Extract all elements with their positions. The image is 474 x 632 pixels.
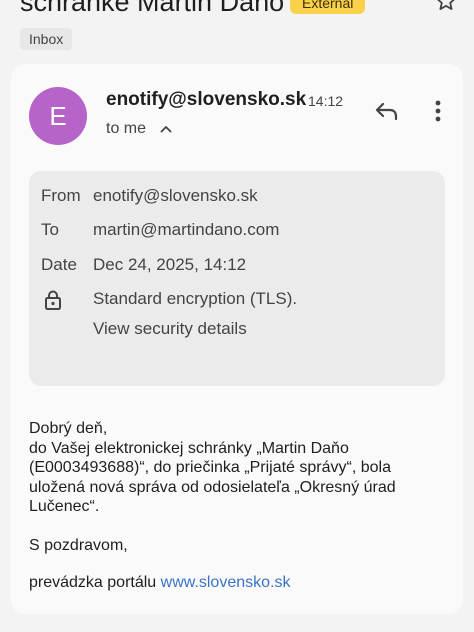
from-label: From: [41, 186, 81, 205]
sender-avatar[interactable]: E: [29, 87, 87, 145]
inbox-label-chip[interactable]: Inbox: [20, 28, 73, 50]
more-options-icon[interactable]: [428, 98, 448, 124]
external-badge: External: [290, 0, 366, 14]
lock-icon: [45, 290, 61, 310]
view-security-details-link[interactable]: View security details: [93, 318, 247, 340]
signature: prevádzka portálu www.slovensko.sk: [29, 573, 290, 593]
star-icon[interactable]: [435, 0, 457, 12]
from-value: enotify@slovensko.sk: [93, 186, 258, 205]
body-paragraph: do Vašej elektronickej schránky „Martin …: [29, 439, 396, 516]
date-label: Date: [41, 255, 77, 274]
signature-prefix: prevádzka portálu: [29, 574, 161, 591]
message-time: 14:12: [308, 93, 344, 109]
closing: S pozdravom,: [29, 537, 128, 554]
greeting: Dobrý deň,: [29, 420, 108, 437]
email-subject: schránke Martin Daňo: [20, 0, 285, 17]
to-value: martin@martindano.com: [93, 220, 280, 239]
encryption-status: Standard encryption (TLS).: [93, 289, 298, 308]
message-body: Dobrý deň, do Vašej elektronickej schrán…: [29, 419, 449, 517]
recipient-toggle[interactable]: to me: [106, 119, 146, 139]
reply-icon[interactable]: [374, 98, 400, 124]
to-label: To: [41, 220, 59, 239]
subject-row: schránke Martin Daňo External: [0, 0, 474, 18]
sender-address[interactable]: enotify@slovensko.sk: [106, 88, 306, 112]
slovensko-link[interactable]: www.slovensko.sk: [161, 574, 291, 591]
chevron-up-icon[interactable]: [158, 121, 174, 137]
date-value: Dec 24, 2025, 14:12: [93, 255, 247, 274]
